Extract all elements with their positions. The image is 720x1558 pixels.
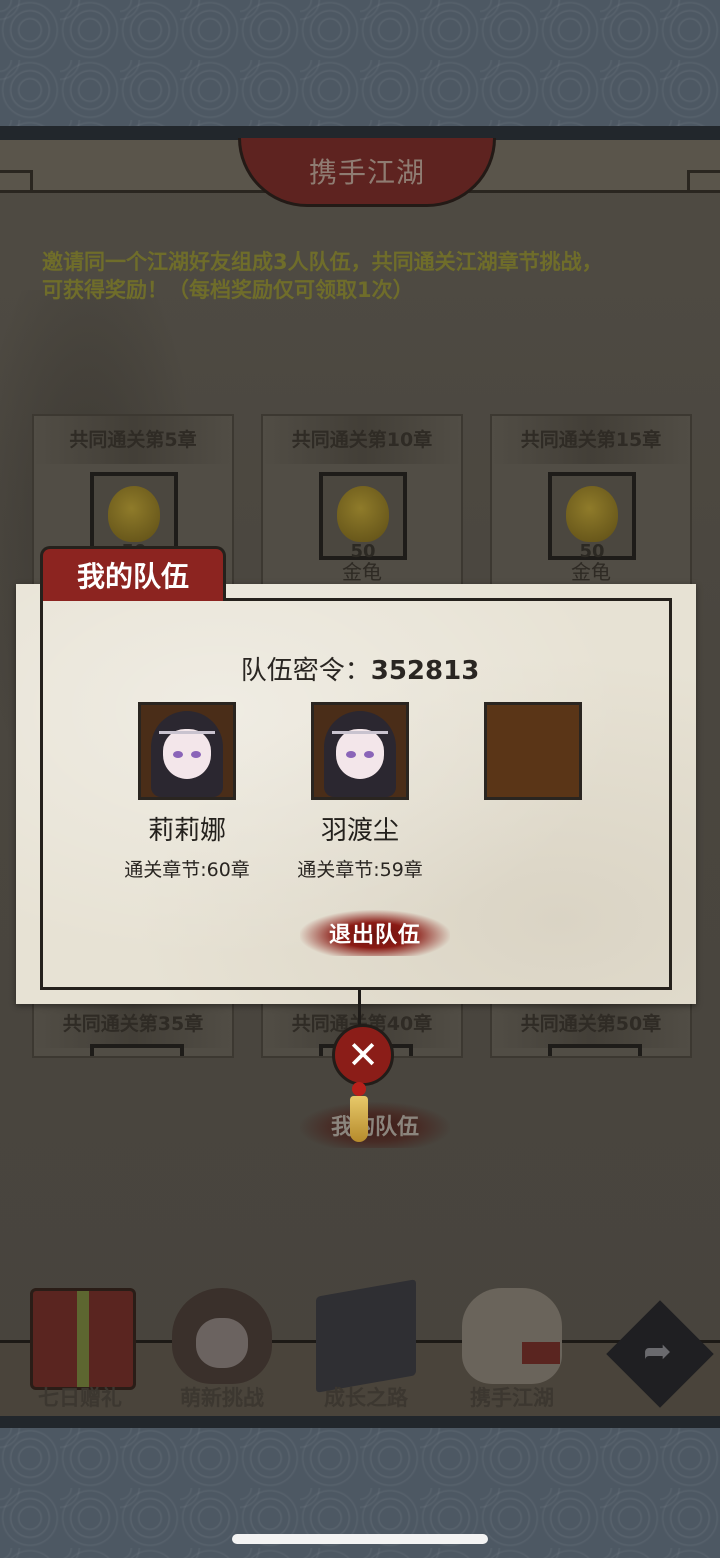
reward-card-title: 共同通关第50章 xyxy=(492,1000,690,1048)
empty-member-slot[interactable] xyxy=(484,702,582,800)
golden-gourd-icon xyxy=(566,486,618,542)
team-code-value: 352813 xyxy=(370,656,480,686)
close-icon: ✕ xyxy=(347,1033,379,1077)
member-chapter: 通关章节:59章 xyxy=(297,859,423,881)
team-member-2[interactable]: 羽渡尘 通关章节:59章 xyxy=(270,702,450,882)
reward-card-title: 共同通关第10章 xyxy=(263,416,461,464)
team-code-label: 队伍密令： xyxy=(240,656,371,686)
reward-item-frame xyxy=(90,1044,184,1056)
my-team-button[interactable]: 我的队伍 xyxy=(300,1102,450,1148)
reward-item-frame[interactable]: 50 xyxy=(548,472,636,562)
tassel-icon xyxy=(350,1096,368,1142)
reward-card-title: 共同通关第5章 xyxy=(34,416,232,464)
team-member-1[interactable]: 莉莉娜 通关章节:60章 xyxy=(97,702,277,882)
team-panel-tab: 我的队伍 xyxy=(40,546,226,601)
girl-avatar-icon xyxy=(172,1288,272,1384)
book-icon xyxy=(316,1279,416,1393)
member-name: 莉莉娜 xyxy=(147,816,226,846)
corner-ornament-left xyxy=(0,170,33,191)
handshake-icon xyxy=(462,1288,562,1384)
avatar[interactable] xyxy=(311,702,409,800)
reward-card-title: 共同通关第35章 xyxy=(34,1000,232,1048)
leave-team-button[interactable]: 退出队伍 xyxy=(300,910,450,956)
nav-seven-day-gift[interactable]: 七日赠礼 xyxy=(10,1288,150,1418)
home-indicator[interactable] xyxy=(232,1534,488,1544)
nav-hand-in-hand[interactable]: 携手江湖 xyxy=(442,1288,582,1418)
reward-card-ch50[interactable]: 共同通关第50章 xyxy=(490,998,692,1058)
reward-card-ch10[interactable]: 共同通关第10章 50 金龟 xyxy=(261,414,463,588)
reward-card-ch35[interactable]: 共同通关第35章 xyxy=(32,998,234,1058)
member-name: 羽渡尘 xyxy=(320,816,399,846)
nav-label: 七日赠礼 xyxy=(38,1386,122,1410)
tassel-bead xyxy=(352,1082,366,1096)
nav-label: 携手江湖 xyxy=(470,1386,554,1410)
golden-gourd-icon xyxy=(108,486,160,542)
share-arrow-icon: ➦ xyxy=(643,1331,672,1372)
reward-card-title: 共同通关第15章 xyxy=(492,416,690,464)
top-pattern-band xyxy=(0,0,720,128)
reward-item-name: 金龟 xyxy=(571,560,611,584)
intro-line-2: 可获得奖励！（每档奖励仅可领取1次） xyxy=(42,278,414,302)
reward-card-ch15[interactable]: 共同通关第15章 50 金龟 xyxy=(490,414,692,588)
page-title: 携手江湖 xyxy=(238,138,496,207)
close-button[interactable]: ✕ xyxy=(332,1024,394,1086)
avatar[interactable] xyxy=(138,702,236,800)
team-member-slot-empty[interactable] xyxy=(443,702,623,800)
golden-gourd-icon xyxy=(337,486,389,542)
team-code: 队伍密令：352813 xyxy=(0,650,720,687)
reward-item-frame xyxy=(548,1044,642,1056)
nav-newbie-challenge[interactable]: 萌新挑战 xyxy=(152,1288,292,1418)
reward-item-name: 金龟 xyxy=(342,560,382,584)
reward-item-frame[interactable]: 50 xyxy=(319,472,407,562)
nav-label: 萌新挑战 xyxy=(180,1386,264,1410)
gift-box-icon xyxy=(30,1288,136,1390)
member-chapter: 通关章节:60章 xyxy=(124,859,250,881)
nav-label: 成长之路 xyxy=(324,1386,408,1410)
close-cord xyxy=(358,990,361,1026)
nav-growth-road[interactable]: 成长之路 xyxy=(296,1279,436,1418)
corner-ornament-right xyxy=(687,170,720,191)
intro-text: 邀请同一个江湖好友组成3人队伍，共同通关江湖章节挑战， 可获得奖励！（每档奖励仅… xyxy=(42,248,682,304)
intro-line-1: 邀请同一个江湖好友组成3人队伍，共同通关江湖章节挑战， xyxy=(42,250,603,274)
